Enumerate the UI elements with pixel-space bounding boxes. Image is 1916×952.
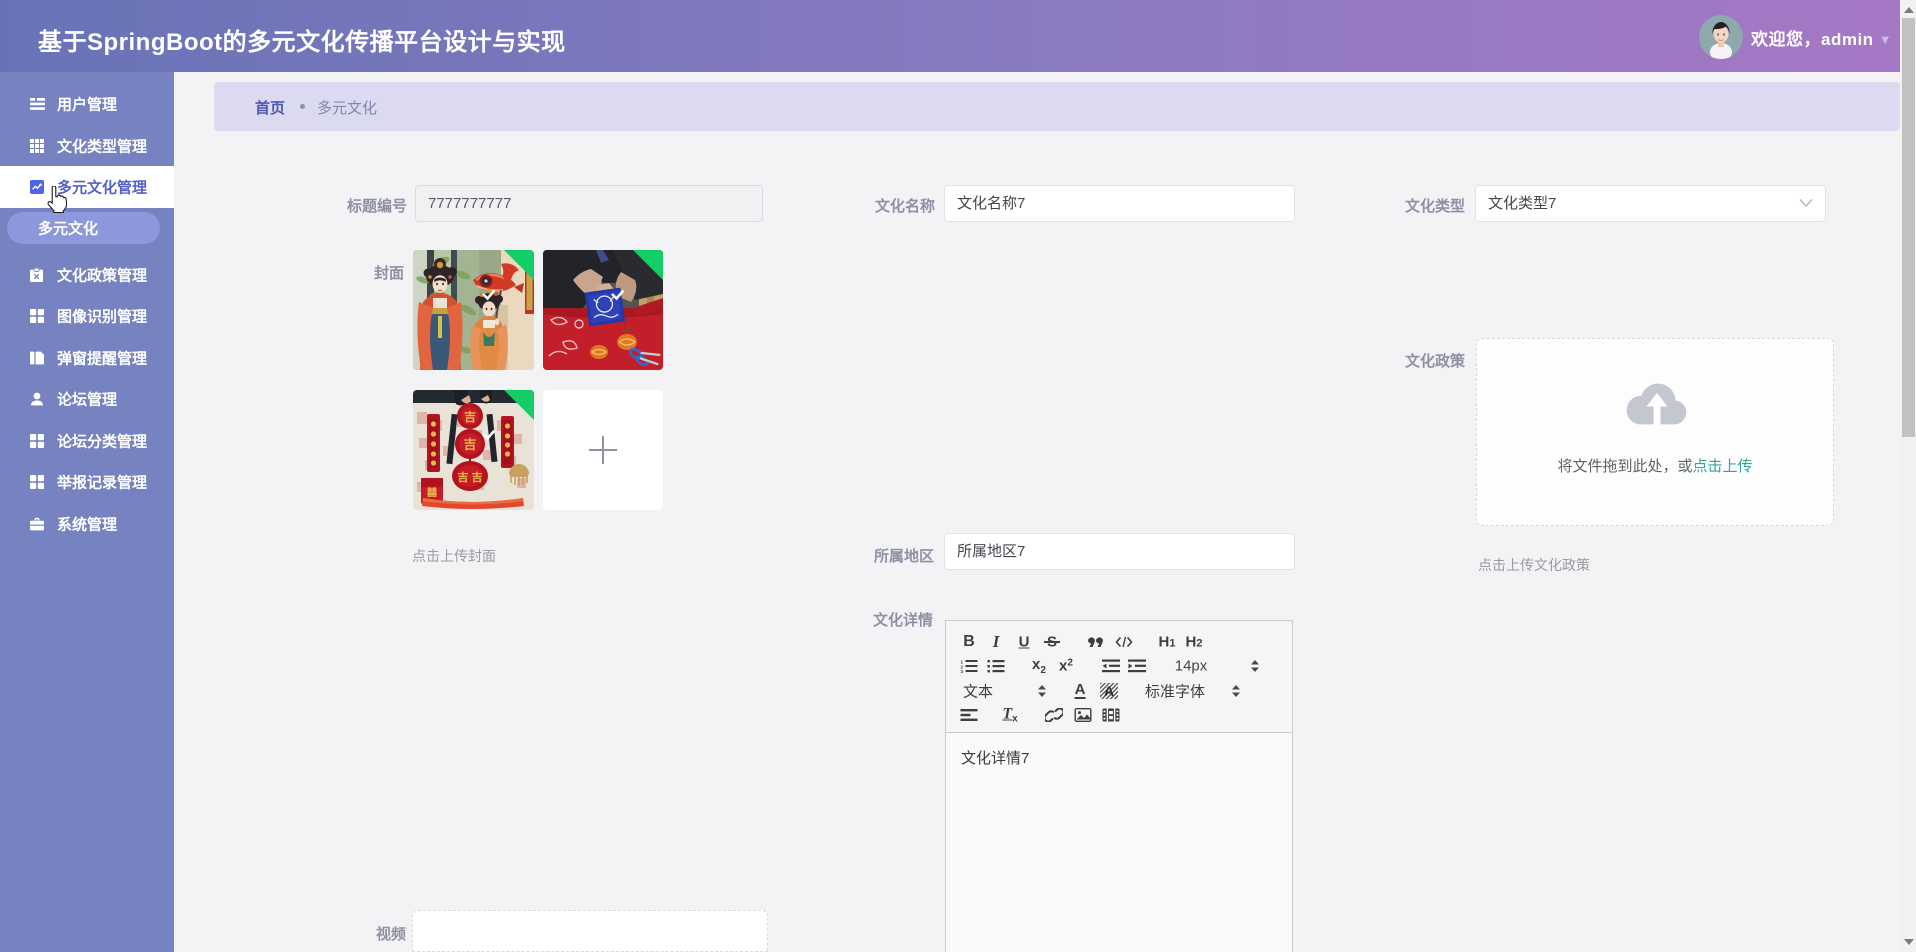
svg-text:吉: 吉 (458, 470, 469, 484)
svg-text:囍: 囍 (427, 486, 437, 499)
svg-text:吉: 吉 (464, 409, 476, 424)
svg-text:A: A (1104, 683, 1114, 699)
svg-text:3: 3 (961, 669, 964, 673)
svg-text:吉: 吉 (472, 470, 483, 484)
svg-text:吉: 吉 (463, 437, 476, 452)
